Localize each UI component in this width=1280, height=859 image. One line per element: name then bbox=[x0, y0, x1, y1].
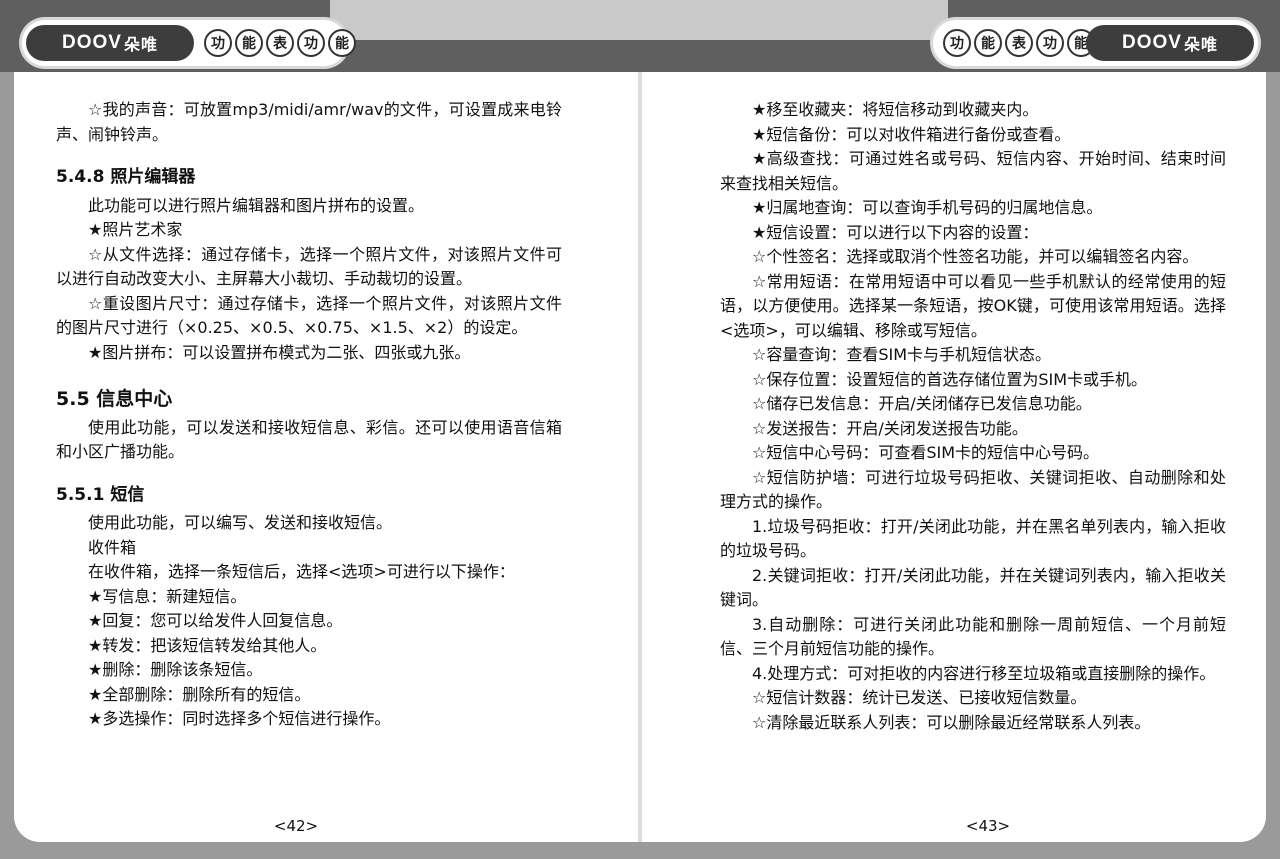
paragraph: ☆短信中心号码：可查看SIM卡的短信中心号码。 bbox=[752, 443, 1100, 462]
section-char: 能 bbox=[328, 29, 356, 57]
paragraph: 4.处理方式：可对拒收的内容进行移至垃圾箱或直接删除的操作。 bbox=[752, 663, 1216, 683]
paragraph: 此功能可以进行照片编辑器和图片拼布的设置。 bbox=[88, 195, 425, 215]
section-char: 表 bbox=[1005, 29, 1033, 57]
section-char: 功 bbox=[204, 29, 232, 57]
paragraph: ☆常用短语：在常用短语中可以看见一些手机默认的经常使用的短语，以方便使用。选择某… bbox=[720, 271, 1226, 340]
page-number-left: <42> bbox=[273, 817, 319, 835]
header-badge-right: 功 能 表 功 能 DOOV 朵唯 bbox=[933, 20, 1258, 66]
paragraph: ★回复：您可以给发件人回复信息。 bbox=[88, 611, 343, 630]
paragraph: ★高级查找：可通过姓名或号码、短信内容、开始时间、结束时间来查找相关短信。 bbox=[720, 149, 1226, 193]
brand-logo: DOOV 朵唯 bbox=[26, 25, 194, 61]
paragraph: 1.垃圾号码拒收：打开/关闭此功能，并在黑名单列表内，输入拒收的垃圾号码。 bbox=[720, 516, 1226, 561]
right-page-content: ★移至收藏夹：将短信移动到收藏夹内。 ★短信备份：可以对收件箱进行备份或查看。 ★高… bbox=[720, 98, 1226, 735]
paragraph: 在收件箱，选择一条短信后，选择<选项>可进行以下操作： bbox=[88, 562, 515, 581]
paragraph: ☆发送报告：开启/关闭发送报告功能。 bbox=[752, 418, 1028, 438]
subsection-heading: 5.5.1 短信 bbox=[56, 484, 145, 505]
paragraph: ★短信备份：可以对收件箱进行备份或查看。 bbox=[752, 124, 1071, 144]
header-tab-left bbox=[330, 0, 640, 40]
paragraph: ☆储存已发信息：开启/关闭储存已发信息功能。 bbox=[752, 394, 1092, 413]
paragraph: ☆从文件选择：通过存储卡，选择一个照片文件，对该照片文件可以进行自动改变大小、主… bbox=[56, 244, 562, 289]
paragraph: ★移至收藏夹：将短信移动到收藏夹内。 bbox=[752, 100, 1039, 119]
section-char: 功 bbox=[1036, 29, 1064, 57]
brand-logo-text: DOOV bbox=[62, 32, 122, 53]
paragraph: ★短信设置：可以进行以下内容的设置： bbox=[752, 222, 1039, 242]
section-title: 功 能 表 功 能 bbox=[943, 28, 1095, 58]
section-char: 功 bbox=[297, 29, 325, 57]
paragraph: 收件箱 bbox=[88, 537, 137, 557]
section-title: 功 能 表 功 能 bbox=[204, 28, 356, 58]
brand-logo: DOOV 朵唯 bbox=[1086, 25, 1254, 61]
paragraph: ☆重设图片尺寸：通过存储卡，选择一个照片文件，对该照片文件的图片尺寸进行（×0.… bbox=[56, 293, 562, 338]
paragraph: ☆短信计数器：统计已发送、已接收短信数量。 bbox=[752, 688, 1087, 707]
paragraph: ★归属地查询：可以查询手机号码的归属地信息。 bbox=[752, 198, 1103, 217]
paragraph: ☆清除最近联系人列表：可以删除最近经常联系人列表。 bbox=[752, 712, 1151, 732]
paragraph: ☆容量查询：查看SIM卡与手机短信状态。 bbox=[752, 345, 1052, 364]
paragraph: ★多选操作：同时选择多个短信进行操作。 bbox=[88, 709, 391, 728]
paragraph: ★写信息：新建短信。 bbox=[88, 586, 247, 606]
paragraph: 3.自动删除：可进行关闭此功能和删除一周前短信、一个月前短信、三个月前短信功能的… bbox=[720, 614, 1226, 659]
paragraph: 使用此功能，可以发送和接收短信息、彩信。还可以使用语音信箱和小区广播功能。 bbox=[56, 417, 562, 462]
left-page-content: ☆我的声音：可放置mp3/midi/amr/wav的文件，可设置成来电铃声、闹钟… bbox=[56, 98, 562, 732]
section-char: 功 bbox=[943, 29, 971, 57]
paragraph: ☆我的声音：可放置mp3/midi/amr/wav的文件，可设置成来电铃声、闹钟… bbox=[56, 100, 562, 144]
section-heading: 5.5 信息中心 bbox=[56, 388, 173, 410]
header-tab-right bbox=[640, 0, 948, 40]
paragraph: 使用此功能，可以编写、发送和接收短信。 bbox=[88, 513, 393, 532]
brand-logo-cn: 朵唯 bbox=[123, 35, 158, 54]
paragraph: ★图片拼布：可以设置拼布模式为二张、四张或九张。 bbox=[88, 342, 471, 362]
paragraph: ★全部删除：删除所有的短信。 bbox=[88, 684, 311, 704]
paragraph: ★照片艺术家 bbox=[88, 220, 183, 239]
paragraph: 2.关键词拒收：打开/关闭此功能，并在关键词列表内，输入拒收关键词。 bbox=[720, 565, 1226, 610]
book-spine bbox=[638, 72, 642, 842]
subsection-heading: 5.4.8 照片编辑器 bbox=[56, 167, 196, 187]
header-badge-left: DOOV 朵唯 功 能 表 功 能 bbox=[22, 20, 356, 66]
brand-logo-text: DOOV bbox=[1122, 32, 1182, 53]
section-char: 能 bbox=[974, 29, 1002, 57]
paragraph: ☆保存位置：设置短信的首选存储位置为SIM卡或手机。 bbox=[752, 369, 1148, 389]
page-number-right: <43> bbox=[965, 817, 1011, 835]
paragraph: ★转发：把该短信转发给其他人。 bbox=[88, 635, 327, 655]
brand-logo-cn: 朵唯 bbox=[1183, 35, 1218, 54]
paragraph: ☆短信防护墙：可进行垃圾号码拒收、关键词拒收、自动删除和处理方式的操作。 bbox=[720, 467, 1226, 512]
section-char: 表 bbox=[266, 29, 294, 57]
paragraph: ☆个性签名：选择或取消个性签名功能，并可以编辑签名内容。 bbox=[752, 247, 1199, 266]
paragraph: ★删除：删除该条短信。 bbox=[88, 660, 263, 679]
section-char: 能 bbox=[235, 29, 263, 57]
